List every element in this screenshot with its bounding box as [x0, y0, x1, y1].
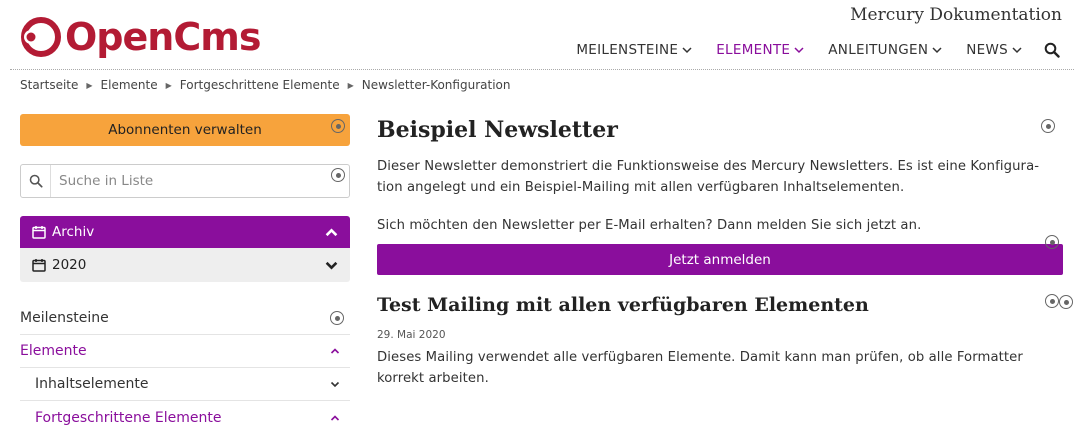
breadcrumb-arrow-icon: ▶ [347, 80, 354, 90]
edit-point-icon[interactable] [331, 168, 345, 182]
search-icon[interactable] [1044, 42, 1060, 58]
chevron-down-icon [932, 47, 942, 54]
sidebar-item-meilensteine[interactable]: Meilensteine [20, 302, 350, 335]
chevron-up-icon [325, 227, 338, 236]
logo-text: OpenCms [65, 15, 261, 59]
archive-year-2020[interactable]: 2020 [20, 248, 350, 282]
nav-item-meilensteine[interactable]: MEILENSTEINE [576, 42, 692, 58]
calendar-icon [32, 226, 46, 239]
main-content: Beispiel Newsletter Dieser Newsletter de… [377, 114, 1073, 389]
intro-line: tion angelegt und ein Beispiel-Mailing m… [377, 180, 905, 195]
site-title[interactable]: Mercury Dokumentation [850, 5, 1062, 25]
archive-year-label: 2020 [52, 257, 87, 273]
sidebar: Abonnenten verwalten Archiv [20, 114, 350, 430]
edit-point-icon[interactable] [1045, 235, 1059, 249]
sidebar-item-label: Meilensteine [20, 310, 109, 326]
nav-item-label: ELEMENTE [716, 42, 791, 58]
breadcrumb-item[interactable]: Startseite [20, 78, 78, 92]
breadcrumb-arrow-icon: ▶ [86, 80, 93, 90]
main-nav: MEILENSTEINE ELEMENTE ANLEITUNGEN NEWS [552, 42, 1060, 58]
page-title: Beispiel Newsletter [377, 117, 618, 143]
mailing-date: 29. Mai 2020 [377, 329, 446, 341]
newsletter-intro: Dieser Newsletter demonstriert die Funkt… [377, 156, 1063, 198]
sidebar-nav: Meilensteine Elemente Inhaltselemente Fo… [20, 302, 350, 430]
mailing-text-line: korrekt arbeiten. [377, 371, 489, 386]
nav-item-elemente[interactable]: ELEMENTE [716, 42, 804, 58]
mailing-title[interactable]: Test Mailing mit allen verfügbaren Eleme… [377, 294, 1063, 316]
sidebar-item-fortgeschrittene-elemente[interactable]: Fortgeschrittene Elemente [20, 401, 350, 430]
edit-point-icon[interactable] [330, 311, 344, 325]
mailing-teaser: Test Mailing mit allen verfügbaren Eleme… [377, 294, 1063, 389]
chevron-down-icon [1012, 47, 1022, 54]
breadcrumb-arrow-icon: ▶ [165, 80, 172, 90]
nav-item-label: NEWS [966, 42, 1008, 58]
nav-item-news[interactable]: NEWS [966, 42, 1022, 58]
nav-item-anleitungen[interactable]: ANLEITUNGEN [828, 42, 942, 58]
sidebar-item-inhaltselemente[interactable]: Inhaltselemente [20, 368, 350, 401]
opencms-logo-icon [21, 17, 61, 57]
signup-button[interactable]: Jetzt anmelden [377, 244, 1063, 275]
chevron-down-icon [794, 47, 804, 54]
nav-item-label: MEILENSTEINE [576, 42, 679, 58]
breadcrumb-item[interactable]: Elemente [101, 78, 158, 92]
breadcrumb: Startseite ▶ Elemente ▶ Fortgeschrittene… [20, 78, 510, 92]
chevron-down-icon [330, 381, 340, 388]
signup-section: Sich möchten den Newsletter per E-Mail e… [377, 215, 1073, 309]
list-search [20, 164, 350, 198]
chevron-down-icon [682, 47, 692, 54]
nav-item-label: ANLEITUNGEN [828, 42, 929, 58]
edit-point-icon[interactable] [1045, 294, 1059, 308]
opencms-logo[interactable]: OpenCms [19, 8, 261, 66]
signup-button-label: Jetzt anmelden [669, 251, 771, 268]
breadcrumb-item-current[interactable]: Newsletter-Konfiguration [362, 78, 511, 92]
sidebar-item-elemente[interactable]: Elemente [20, 335, 350, 368]
edit-point-icon[interactable] [1041, 119, 1055, 133]
archive-label: Archiv [52, 224, 95, 240]
intro-line: Dieser Newsletter demonstriert die Funkt… [377, 159, 1040, 174]
mailing-text-line: Dieses Mailing verwendet alle verfügbare… [377, 350, 1023, 365]
chevron-up-icon [330, 414, 340, 421]
search-icon[interactable] [21, 165, 51, 197]
sidebar-item-label: Inhaltselemente [35, 376, 149, 392]
sidebar-item-label: Fortgeschrittene Elemente [35, 409, 222, 426]
mailing-description: Dieses Mailing verwendet alle verfügbare… [377, 347, 1063, 389]
manage-subscribers-label: Abonnenten verwalten [108, 122, 262, 138]
breadcrumb-item[interactable]: Fortgeschrittene Elemente [180, 78, 340, 92]
sidebar-item-label: Elemente [20, 343, 87, 359]
signup-text: Sich möchten den Newsletter per E-Mail e… [377, 218, 922, 233]
calendar-icon [32, 259, 46, 272]
manage-subscribers-button[interactable]: Abonnenten verwalten [20, 114, 350, 146]
list-search-input[interactable] [51, 173, 311, 189]
edit-point-icon[interactable] [331, 119, 345, 133]
chevron-down-icon [325, 261, 338, 270]
header-divider [10, 69, 1074, 70]
chevron-up-icon [330, 348, 340, 354]
archive-toggle[interactable]: Archiv [20, 216, 350, 248]
